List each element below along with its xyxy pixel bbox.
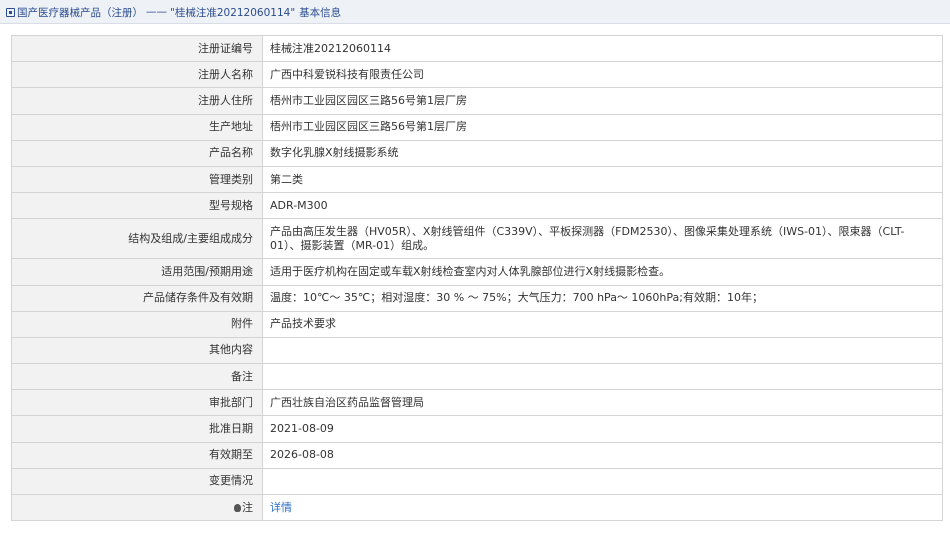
table-row: 附件 产品技术要求 bbox=[11, 310, 943, 338]
row-label-production-address: 生产地址 bbox=[11, 113, 263, 141]
table-row: 有效期至 2026-08-08 bbox=[11, 441, 943, 469]
row-value-structure: 产品由高压发生器（HV05R）、X射线管组件（C339V）、平板探测器（FDM2… bbox=[262, 218, 943, 260]
row-label-other: 其他内容 bbox=[11, 336, 263, 365]
row-value-registrant-name: 广西中科爱锐科技有限责任公司 bbox=[262, 61, 943, 89]
breadcrumb-category[interactable]: 国产医疗器械产品（注册） bbox=[17, 5, 143, 20]
row-label-registrant-name: 注册人名称 bbox=[11, 61, 263, 89]
row-label-changes: 变更情况 bbox=[11, 467, 263, 496]
row-label-valid-until: 有效期至 bbox=[11, 441, 263, 469]
row-label-registration-no: 注册证编号 bbox=[11, 34, 263, 63]
breadcrumb-bar: 国产医疗器械产品（注册） —— "桂械注准20212060114" 基本信息 bbox=[0, 0, 950, 24]
row-label-approval-dept: 审批部门 bbox=[11, 389, 263, 417]
row-value-changes bbox=[262, 467, 943, 496]
breadcrumb-registration: "桂械注准20212060114" bbox=[170, 6, 296, 19]
row-label-product-name: 产品名称 bbox=[11, 139, 263, 167]
table-row: 注册人名称 广西中科爱锐科技有限责任公司 bbox=[11, 61, 943, 89]
row-value-other bbox=[262, 336, 943, 365]
detail-table: 注册证编号 桂械注准20212060114 注册人名称 广西中科爱锐科技有限责任… bbox=[11, 34, 943, 522]
row-value-storage: 温度：10℃～ 35℃；相对湿度：30 % ～ 75%；大气压力：700 hPa… bbox=[262, 284, 943, 312]
row-value-product-name: 数字化乳腺X射线摄影系统 bbox=[262, 139, 943, 167]
row-label-attachment: 附件 bbox=[11, 310, 263, 338]
table-row: 审批部门 广西壮族自治区药品监督管理局 bbox=[11, 389, 943, 417]
table-row: 产品储存条件及有效期 温度：10℃～ 35℃；相对湿度：30 % ～ 75%；大… bbox=[11, 284, 943, 312]
row-label-scope: 适用范围/预期用途 bbox=[11, 258, 263, 286]
table-row: 其他内容 bbox=[11, 336, 943, 365]
table-row: 注 详情 bbox=[11, 493, 943, 522]
row-label-structure: 结构及组成/主要组成成分 bbox=[11, 218, 263, 260]
table-row: 备注 bbox=[11, 363, 943, 391]
row-value-valid-until: 2026-08-08 bbox=[262, 441, 943, 469]
note-label: 注 bbox=[242, 500, 253, 514]
row-value-management-class: 第二类 bbox=[262, 165, 943, 194]
document-icon bbox=[6, 7, 15, 17]
table-row: 生产地址 梧州市工业园区园区三路56号第1层厂房 bbox=[11, 113, 943, 141]
table-row: 管理类别 第二类 bbox=[11, 165, 943, 194]
row-value-scope: 适用于医疗机构在固定或车载X射线检查室内对人体乳腺部位进行X射线摄影检查。 bbox=[262, 258, 943, 286]
table-row: 型号规格 ADR-M300 bbox=[11, 192, 943, 220]
row-label-registrant-address: 注册人住所 bbox=[11, 87, 263, 115]
bulb-icon bbox=[234, 503, 241, 512]
breadcrumb-separator: —— bbox=[146, 6, 167, 18]
row-label-approval-date: 批准日期 bbox=[11, 415, 263, 443]
row-label-note: 注 bbox=[11, 493, 263, 522]
row-value-remark bbox=[262, 363, 943, 391]
breadcrumb: 国产医疗器械产品（注册） —— "桂械注准20212060114" 基本信息 bbox=[6, 5, 341, 19]
row-label-storage: 产品储存条件及有效期 bbox=[11, 284, 263, 312]
table-row: 适用范围/预期用途 适用于医疗机构在固定或车载X射线检查室内对人体乳腺部位进行X… bbox=[11, 258, 943, 286]
table-row: 结构及组成/主要组成成分 产品由高压发生器（HV05R）、X射线管组件（C339… bbox=[11, 218, 943, 260]
row-value-note: 详情 bbox=[262, 493, 943, 522]
row-label-model-spec: 型号规格 bbox=[11, 192, 263, 220]
table-row: 产品名称 数字化乳腺X射线摄影系统 bbox=[11, 139, 943, 167]
row-value-model-spec: ADR-M300 bbox=[262, 192, 943, 220]
row-value-registration-no: 桂械注准20212060114 bbox=[262, 34, 943, 63]
row-label-remark: 备注 bbox=[11, 363, 263, 391]
breadcrumb-section: 基本信息 bbox=[299, 6, 342, 19]
table-row: 批准日期 2021-08-09 bbox=[11, 415, 943, 443]
row-value-approval-date: 2021-08-09 bbox=[262, 415, 943, 443]
table-row: 注册人住所 梧州市工业园区园区三路56号第1层厂房 bbox=[11, 87, 943, 115]
row-label-management-class: 管理类别 bbox=[11, 165, 263, 194]
row-value-approval-dept: 广西壮族自治区药品监督管理局 bbox=[262, 389, 943, 417]
table-row: 注册证编号 桂械注准20212060114 bbox=[11, 34, 943, 63]
table-row: 变更情况 bbox=[11, 467, 943, 496]
row-value-registrant-address: 梧州市工业园区园区三路56号第1层厂房 bbox=[262, 87, 943, 115]
row-value-attachment: 产品技术要求 bbox=[262, 310, 943, 338]
row-value-production-address: 梧州市工业园区园区三路56号第1层厂房 bbox=[262, 113, 943, 141]
details-link[interactable]: 详情 bbox=[270, 501, 292, 514]
